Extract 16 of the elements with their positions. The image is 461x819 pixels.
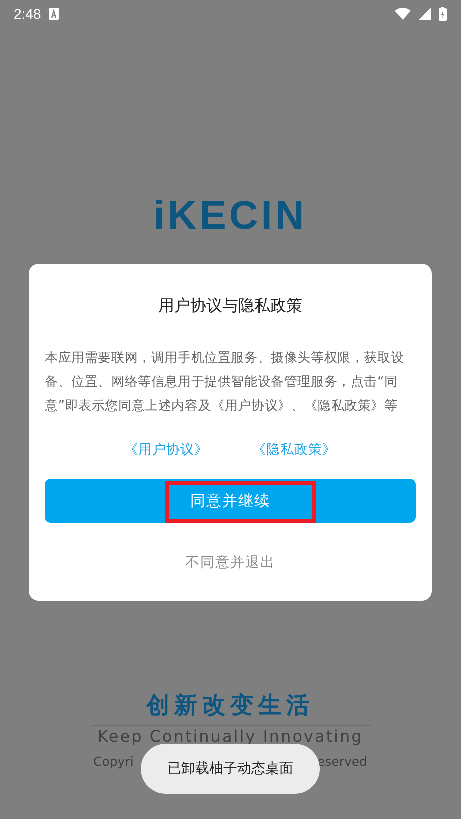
- logo: iKECIN: [154, 196, 308, 236]
- wifi-icon: [395, 8, 411, 20]
- decline-button[interactable]: 不同意并退出: [180, 553, 282, 573]
- signal-icon: [419, 8, 431, 20]
- slogan: 创新改变生活: [146, 692, 314, 721]
- agree-button[interactable]: 同意并继续: [45, 479, 416, 523]
- toast-message: 已卸载柚子动态桌面: [141, 744, 320, 794]
- dialog-body-text: 本应用需要联网，调用手机位置服务、摄像头等权限，获取设备、位置、网络等信息用于提供智能设备管理服务，点击“同意”即表示您同意上述内容及《用户协议》、《隐私政策》等: [44, 350, 406, 416]
- copyright-text: eserved: [317, 754, 368, 769]
- agreement-link[interactable]: 《用户协议》: [124, 441, 208, 459]
- notification-icon: [49, 8, 60, 20]
- status-time: 2:48: [14, 6, 42, 22]
- dialog-title: 用户协议与隐私政策: [158, 296, 302, 317]
- battery-icon: [439, 7, 447, 21]
- agreement-link[interactable]: 《隐私政策》: [252, 441, 336, 459]
- copyright-text: Copyri: [94, 754, 134, 769]
